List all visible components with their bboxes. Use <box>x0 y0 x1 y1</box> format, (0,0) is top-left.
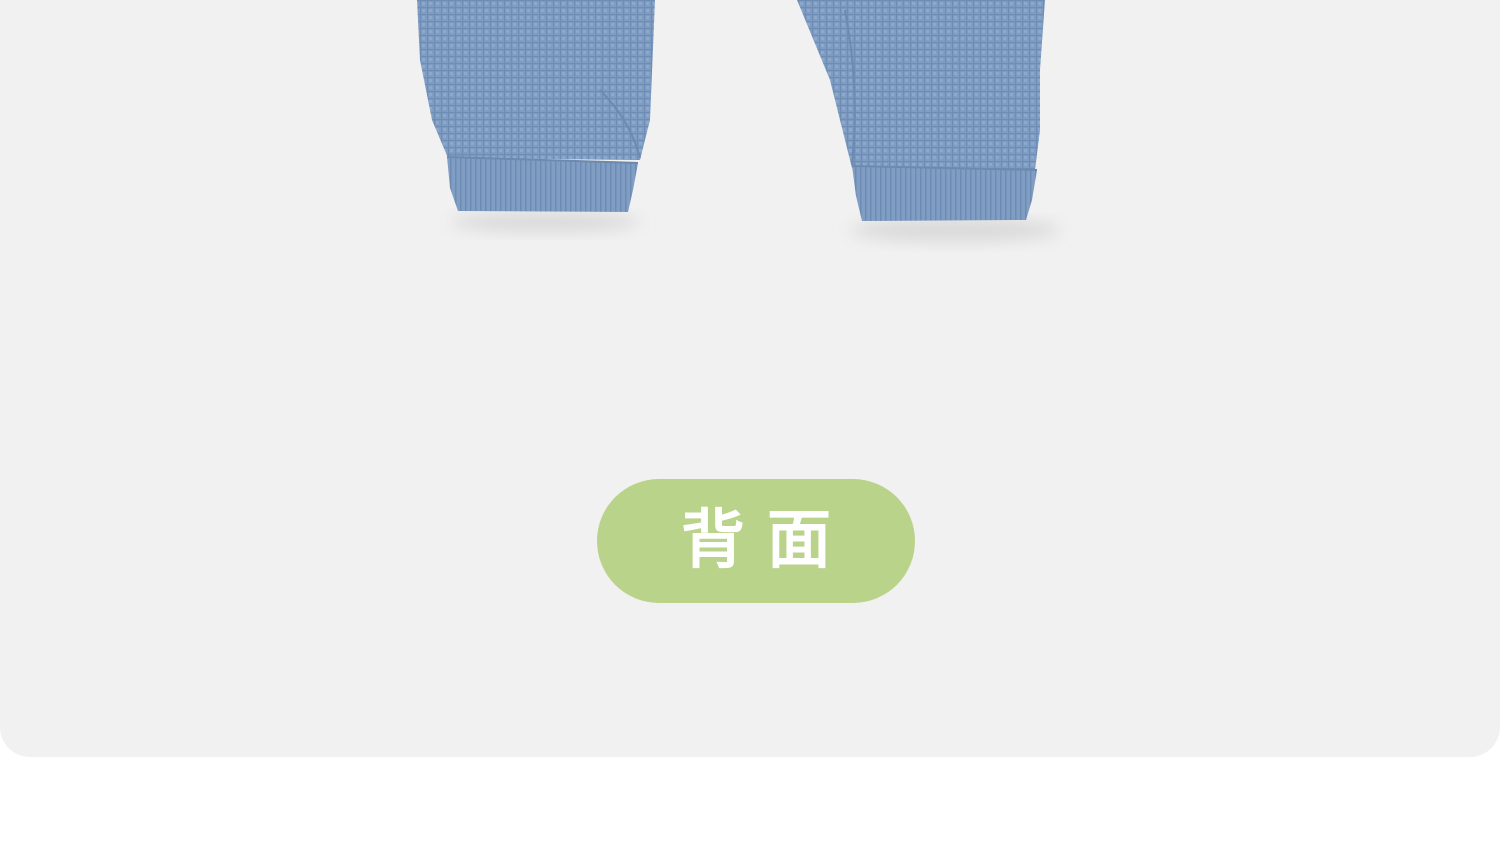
pants-cuffs-image <box>417 0 1060 242</box>
product-image-card: 背面 <box>0 0 1500 757</box>
view-label-pill: 背面 <box>597 479 915 603</box>
page: 背面 <box>0 0 1500 849</box>
view-label-text: 背面 <box>681 504 853 578</box>
